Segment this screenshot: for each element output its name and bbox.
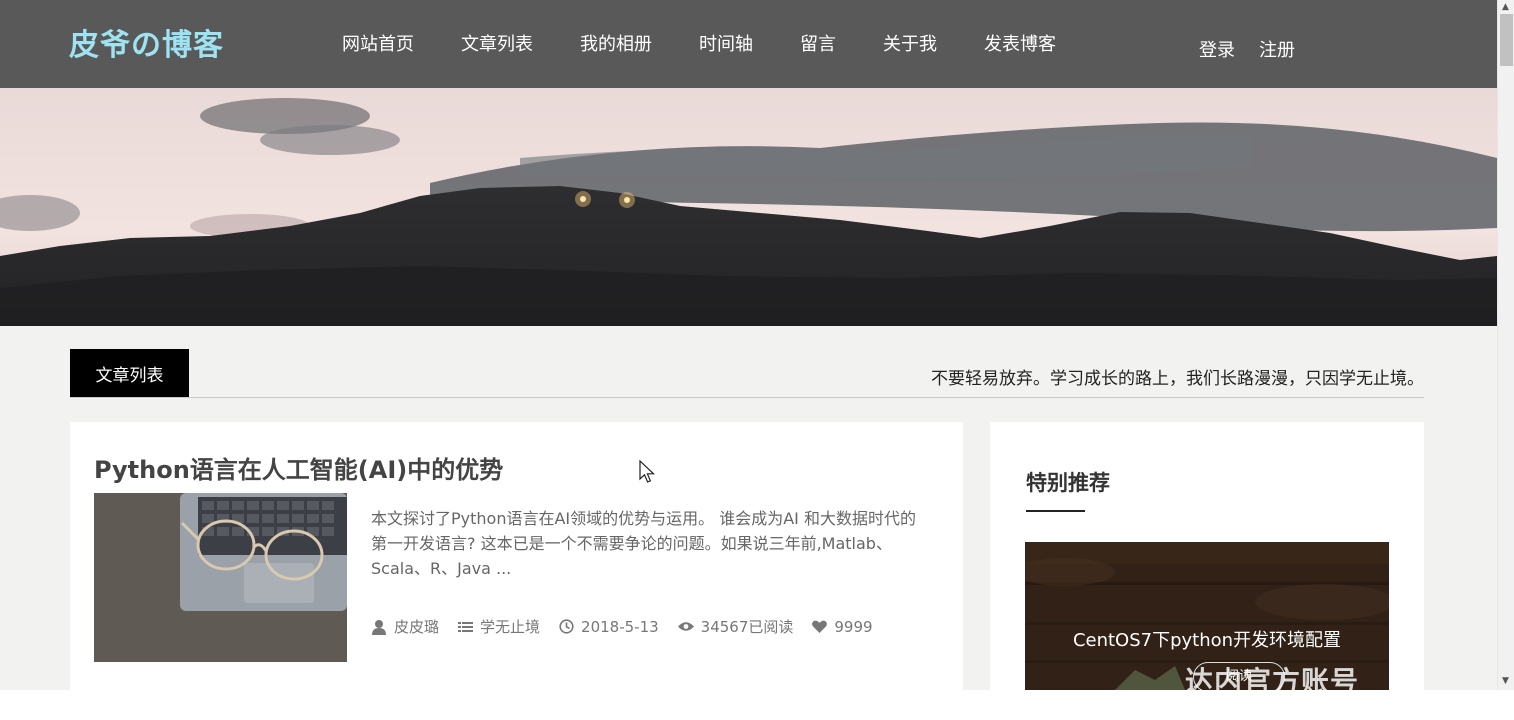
- laptop-glasses-image: [94, 493, 347, 662]
- meta-date: 2018-5-13: [559, 618, 659, 636]
- site-logo[interactable]: 皮爷の博客: [69, 20, 224, 64]
- tab-article-list[interactable]: 文章列表: [70, 349, 189, 397]
- meta-author[interactable]: 皮皮璐: [371, 616, 439, 637]
- category-name: 学无止境: [480, 618, 541, 636]
- section-divider: [70, 397, 1424, 398]
- meta-views: 34567已阅读: [677, 616, 794, 637]
- excerpt-line: Scala、R、Java ...: [371, 559, 512, 578]
- article-thumbnail[interactable]: [94, 493, 347, 662]
- recommend-title: CentOS7下python开发环境配置: [1072, 630, 1342, 651]
- scrollbar-thumb[interactable]: [1500, 14, 1513, 66]
- mouse-cursor-icon: [639, 459, 656, 488]
- nav-item-home[interactable]: 网站首页: [342, 30, 414, 56]
- nav-item-guestbook[interactable]: 留言: [800, 30, 836, 56]
- scroll-down-arrow-icon[interactable]: ▼: [1502, 676, 1509, 686]
- nav-item-timeline[interactable]: 时间轴: [699, 30, 753, 56]
- like-count: 9999: [834, 617, 873, 636]
- article-meta: 皮皮璐 学无止境 2018-5-13 34567已阅读 9999: [371, 616, 892, 637]
- nav-item-article-list[interactable]: 文章列表: [461, 30, 533, 56]
- publish-date: 2018-5-13: [581, 617, 659, 636]
- sidebar-title: 特别推荐: [1026, 471, 1110, 495]
- view-count: 34567已阅读: [700, 618, 794, 636]
- clock-icon: [559, 619, 574, 634]
- register-link[interactable]: 注册: [1259, 36, 1295, 62]
- vertical-scrollbar[interactable]: ▲ ▼: [1497, 0, 1514, 690]
- eye-icon: [677, 621, 694, 632]
- list-icon: [458, 621, 474, 633]
- meta-likes[interactable]: 9999: [812, 617, 873, 636]
- nav-item-album[interactable]: 我的相册: [580, 30, 652, 56]
- site-motto: 不要轻易放弃。学习成长的路上，我们长路漫漫，只因学无止境。: [931, 369, 1424, 389]
- sidebar-title-underline: [1026, 510, 1085, 512]
- hero-banner: [0, 88, 1497, 326]
- article-excerpt: 本文探讨了Python语言在AI领域的优势与运用。 谁会成为AI 和大数据时代的…: [371, 506, 946, 581]
- excerpt-line: 第一开发语言? 这本已是一个不需要争论的问题。如果说三年前,Matlab、: [371, 534, 892, 553]
- sidebar-recommend-card: 特别推荐 CentOS7下python开发环境配置 阅读: [990, 422, 1424, 690]
- article-card: Python语言在人工智能(AI)中的优势 本文探讨了Python语言在AI领域…: [70, 422, 963, 690]
- login-link[interactable]: 登录: [1199, 36, 1235, 62]
- excerpt-line: 本文探讨了Python语言在AI领域的优势与运用。 谁会成为AI 和大数据时代的: [371, 509, 916, 528]
- top-nav-bar: 皮爷の博客 网站首页 文章列表 我的相册 时间轴 留言 关于我 发表博客 登录 …: [0, 0, 1497, 88]
- meta-category[interactable]: 学无止境: [458, 616, 540, 637]
- scroll-up-arrow-icon[interactable]: ▲: [1502, 2, 1509, 12]
- nav-item-about[interactable]: 关于我: [883, 30, 937, 56]
- nav-item-publish[interactable]: 发表博客: [984, 30, 1056, 56]
- article-title[interactable]: Python语言在人工智能(AI)中的优势: [94, 450, 503, 485]
- author-name: 皮皮璐: [394, 618, 440, 636]
- mountain-landscape-image: [0, 88, 1497, 326]
- user-icon: [371, 619, 387, 635]
- heart-icon: [812, 620, 828, 633]
- page-bottom-area: [0, 690, 1514, 720]
